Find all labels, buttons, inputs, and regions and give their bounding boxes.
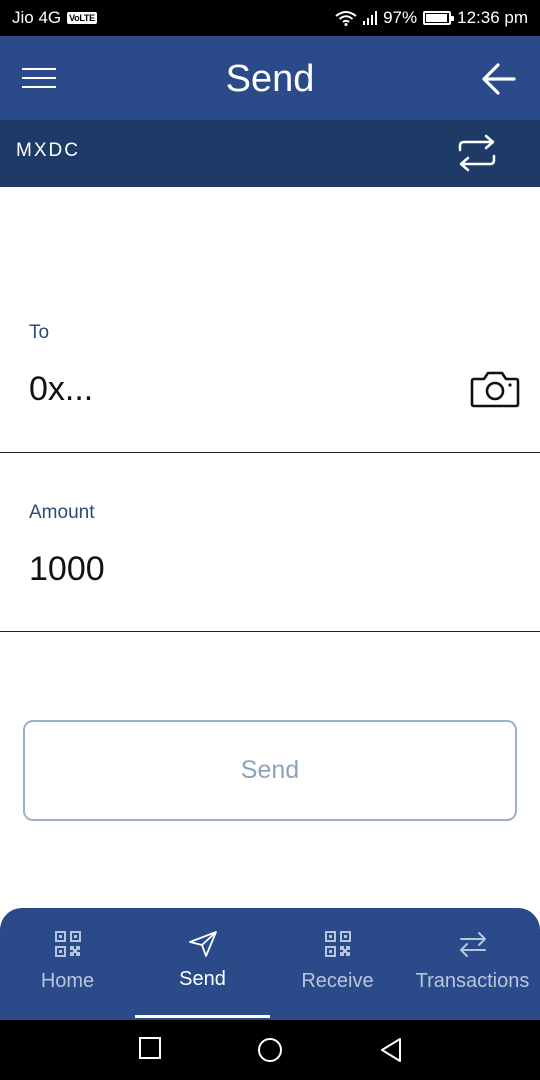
- system-navigation-bar: [0, 1020, 540, 1080]
- nav-label-receive: Receive: [301, 970, 374, 992]
- nav-item-transactions[interactable]: Transactions: [405, 908, 540, 1020]
- nav-label-transactions: Transactions: [415, 970, 530, 992]
- nav-item-send[interactable]: Send: [135, 908, 270, 1020]
- nav-item-receive[interactable]: Receive: [270, 908, 405, 1020]
- to-label: To: [29, 322, 50, 343]
- battery-icon: [423, 11, 455, 25]
- to-address-input[interactable]: 0x...: [29, 370, 93, 409]
- back-arrow-icon[interactable]: [480, 60, 518, 98]
- to-underline: [0, 452, 540, 453]
- qr-code-icon: [54, 931, 81, 957]
- bottom-navigation: Home Send Receive Transactions: [0, 908, 540, 1020]
- volte-badge: VoLTE: [67, 12, 97, 24]
- arrows-swap-icon: [459, 932, 486, 957]
- amount-underline: [0, 631, 540, 632]
- token-name: MXDC: [16, 140, 80, 161]
- clock: 12:36 pm: [457, 8, 528, 27]
- nav-item-home[interactable]: Home: [0, 908, 135, 1020]
- back-triangle-icon[interactable]: [378, 1036, 404, 1064]
- wifi-icon: [335, 11, 357, 26]
- nav-label-home: Home: [40, 970, 95, 992]
- amount-input[interactable]: 1000: [29, 550, 105, 589]
- battery-percent: 97%: [383, 8, 418, 27]
- amount-label: Amount: [29, 502, 95, 523]
- carrier-label: Jio 4G: [12, 8, 62, 27]
- recents-square-icon[interactable]: [138, 1036, 162, 1060]
- switch-token-icon[interactable]: [456, 134, 498, 172]
- nav-label-send: Send: [179, 968, 226, 990]
- send-button[interactable]: Send: [23, 720, 517, 821]
- signal-icon: [363, 11, 378, 25]
- qr-code-icon: [324, 931, 351, 957]
- home-circle-icon[interactable]: [256, 1036, 284, 1064]
- page-title: Send: [225, 58, 315, 100]
- app-bar: Send: [0, 36, 540, 120]
- paper-plane-icon: [188, 931, 217, 957]
- camera-icon[interactable]: [470, 370, 520, 408]
- status-bar: Jio 4G VoLTE 97% 12:36 pm: [0, 0, 540, 36]
